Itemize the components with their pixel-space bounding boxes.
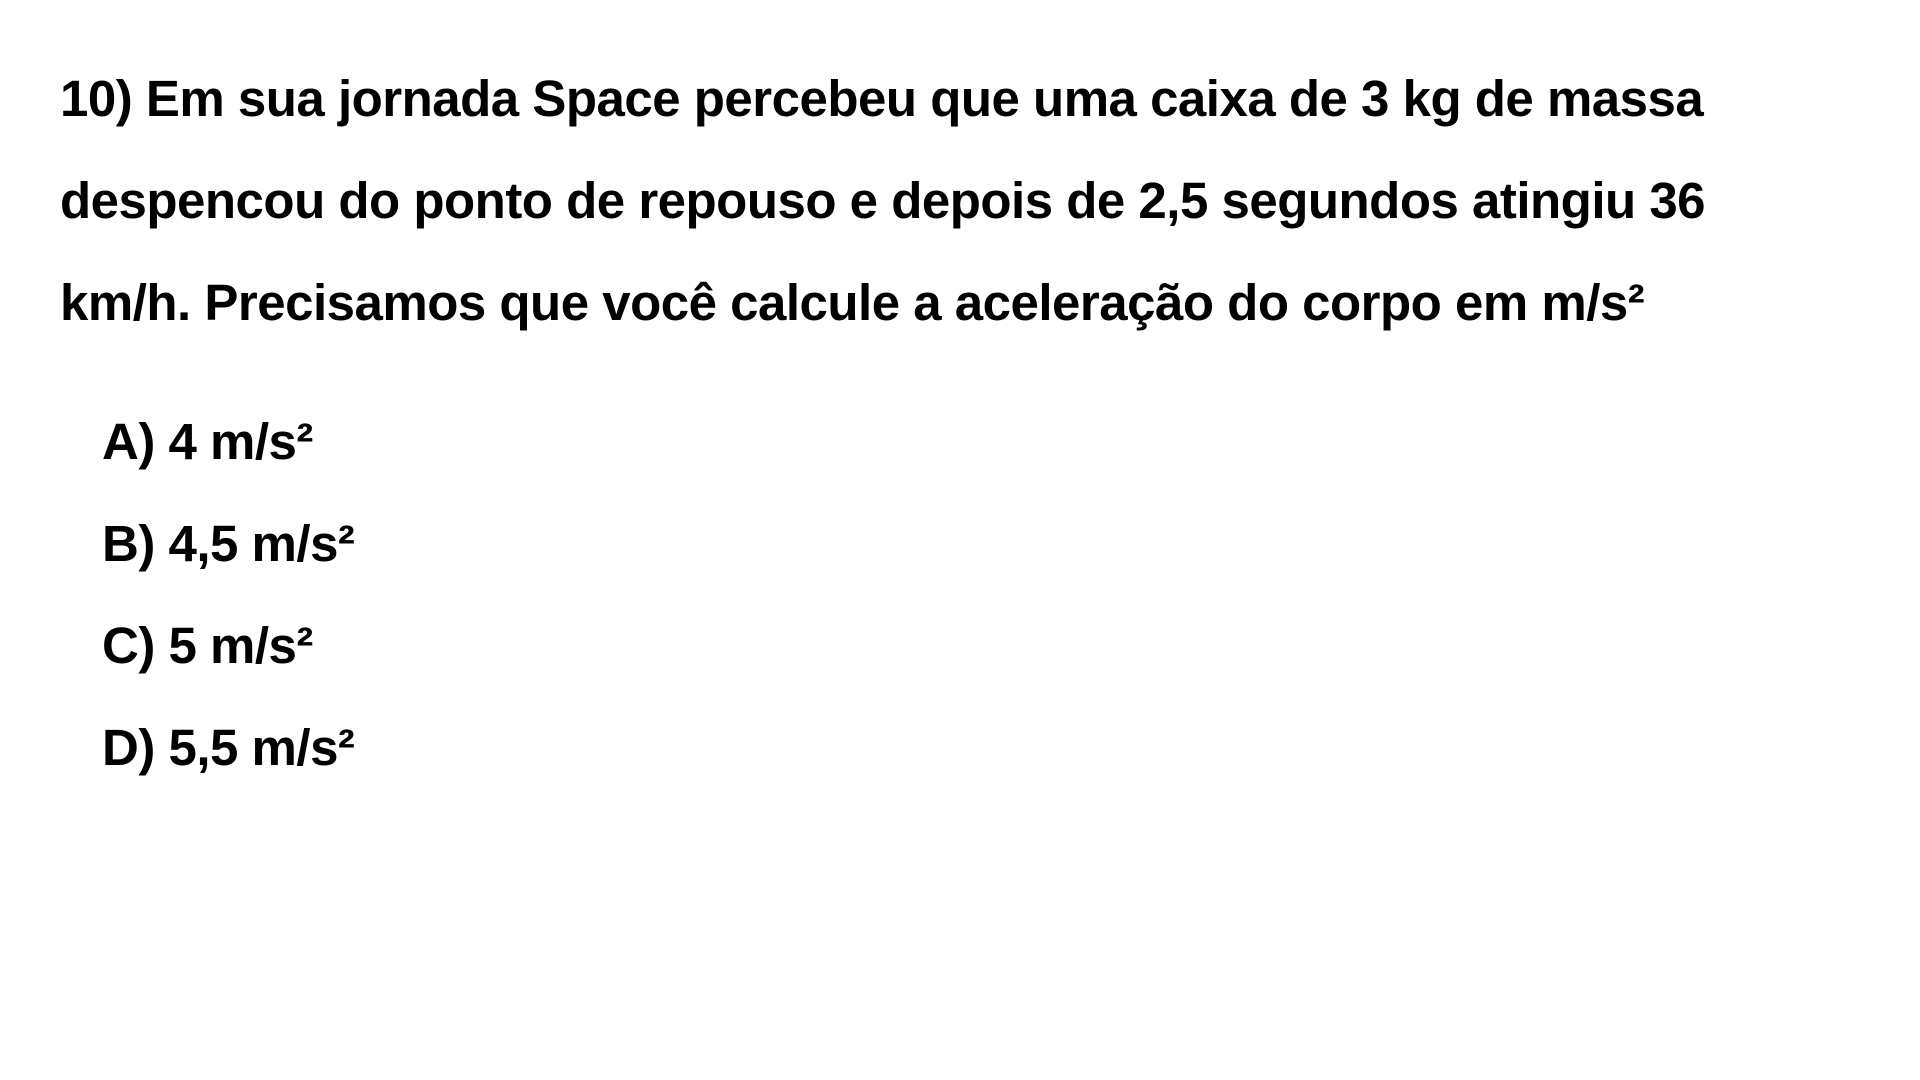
question-line: 10) Em sua jornada Space percebeu que um… xyxy=(60,70,1704,127)
question-line: km/h. Precisamos que você calcule a acel… xyxy=(60,274,1645,331)
answer-option-a[interactable]: A) 4 m/s² xyxy=(102,391,354,493)
question-line: despencou do ponto de repouso e depois d… xyxy=(60,172,1706,229)
answer-options-list: A) 4 m/s² B) 4,5 m/s² C) 5 m/s² D) 5,5 m… xyxy=(102,391,355,799)
answer-option-d[interactable]: D) 5,5 m/s² xyxy=(102,697,355,799)
question-text: 10) Em sua jornada Space percebeu que um… xyxy=(60,48,1880,354)
answer-option-b[interactable]: B) 4,5 m/s² xyxy=(102,493,355,595)
answer-option-c[interactable]: C) 5 m/s² xyxy=(102,595,354,697)
page: 10) Em sua jornada Space percebeu que um… xyxy=(0,0,1920,1080)
